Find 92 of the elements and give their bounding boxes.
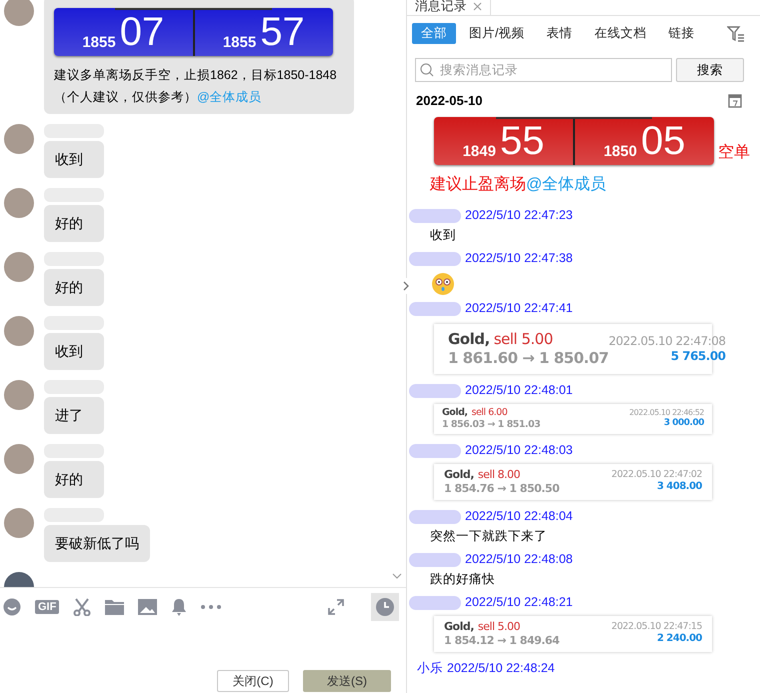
trade-profit: 3 000.00 [664,418,704,430]
trade-prices: 1 854.76 → 1 850.50 [444,482,560,496]
trade-timestamp: 2022.05.10 22:47:02 [611,469,702,482]
trade-timestamp: 2022.05.10 22:47:08 [608,334,726,348]
message-text: 突然一下就跌下来了 [429,528,548,546]
filter-tab[interactable]: 表情 [537,23,582,44]
surprised-face-icon [431,272,455,296]
price-large: 05 [640,120,686,160]
message-time: 2022/5/10 22:47:41 [465,300,573,318]
avatar [4,444,34,474]
message-bubble: 好的 [44,205,104,242]
trade-profit: 2 240.00 [656,633,702,646]
message-time: 2022/5/10 22:48:21 [465,594,573,612]
avatar [4,316,34,346]
price-small: 1849 [462,144,496,158]
trade-timestamp: 2022.05.10 22:47:15 [611,621,702,634]
blurred-name [409,208,461,222]
trade-action: sell 8.00 [478,468,520,482]
price-large: 55 [500,120,544,160]
filter-tab[interactable]: 链接 [659,23,704,44]
message-time: 2022/5/10 22:48:03 [465,442,573,460]
message-time: 2022/5/10 22:48:08 [465,551,573,568]
message-text: 收到 [429,227,457,244]
send-button[interactable]: 发送(S) [303,670,391,692]
message-bubble: 要破新低了吗 [44,525,150,562]
price-small: 1855 [222,35,256,50]
emoji-icon[interactable] [3,598,21,616]
more-icon[interactable] [201,605,222,609]
blurred-name [409,510,461,524]
trade-symbol: Gold, [448,330,490,348]
message-bubble: 好的 [44,461,104,498]
blurred-name [409,552,461,566]
message-time: 2022/5/10 22:47:23 [465,207,573,224]
avatar [4,0,34,26]
avatar [4,508,34,538]
message-bubble: 进了 [44,397,104,434]
blurred-name [409,384,461,398]
avatar [4,380,34,410]
message-bubble: 收到 [44,333,104,370]
blurred-name [409,444,461,458]
folder-icon[interactable] [105,599,124,615]
trade-symbol: Gold, [444,468,474,482]
message-text: 建议止盈离场 [430,174,526,194]
trade-timestamp: 2022.05.10 22:46:52 [629,408,704,418]
message-text: 建议多单离场反手空，止损1862，目标1850-1848 [54,67,337,84]
trade-symbol: Gold, [444,620,474,634]
board-label: 空单 [718,142,750,162]
trade-prices: 1 856.03 → 1 851.03 [442,418,540,430]
search-icon [420,63,434,77]
trade-prices: 1 861.60 → 1 850.07 [448,348,609,368]
message-bubble: 好的 [44,269,104,306]
scissors-icon[interactable] [73,598,92,616]
message-time: 2022/5/10 22:48:01 [465,382,573,400]
avatar [4,252,34,282]
clock-button[interactable] [371,593,399,621]
image-icon[interactable] [138,599,158,615]
trade-prices: 1 854.12 → 1 849.64 [444,634,560,648]
trade-action: sell 5.00 [478,620,520,634]
trade-profit: 3 408.00 [656,481,702,494]
blurred-name [409,252,461,266]
sender-name: 小乐 [416,660,443,678]
blurred-name [409,596,461,610]
search-field[interactable]: 搜索消息记录 [415,58,672,82]
close-button[interactable]: 关闭(C) [217,670,289,692]
price-large: 57 [260,12,305,52]
bell-icon[interactable] [171,598,188,616]
message-time: 2022/5/10 22:47:38 [465,250,573,268]
avatar [4,188,34,218]
filter-tab[interactable]: 图片/视频 [460,23,534,44]
calendar-icon[interactable] [728,93,742,108]
trade-profit: 5 765.00 [670,348,726,364]
date-heading: 2022-05-10 [416,92,482,110]
message-text: 跌的好痛快 [429,571,496,588]
close-icon[interactable] [473,2,482,11]
blurred-name [409,302,461,316]
message-time: 2022/5/10 22:48:24 [447,660,555,678]
collapse-chevron-icon[interactable] [392,573,402,580]
trade-action: sell 5.00 [494,330,553,348]
message-text: （个人建议，仅供参考） [54,89,197,106]
price-large: 07 [120,12,164,52]
search-button[interactable]: 搜索 [676,58,744,82]
history-tab[interactable]: 消息记录 [407,0,491,15]
filter-tab[interactable]: 在线文档 [585,23,656,44]
avatar [4,124,34,154]
price-small: 1850 [604,144,637,158]
expand-icon[interactable] [327,598,345,616]
filter-icon[interactable] [727,26,745,42]
message-time: 2022/5/10 22:48:04 [465,508,573,526]
price-small: 1855 [82,35,116,50]
trade-symbol: Gold, [442,406,468,418]
message-bubble: 收到 [44,141,104,178]
trade-action: sell 6.00 [472,406,508,418]
